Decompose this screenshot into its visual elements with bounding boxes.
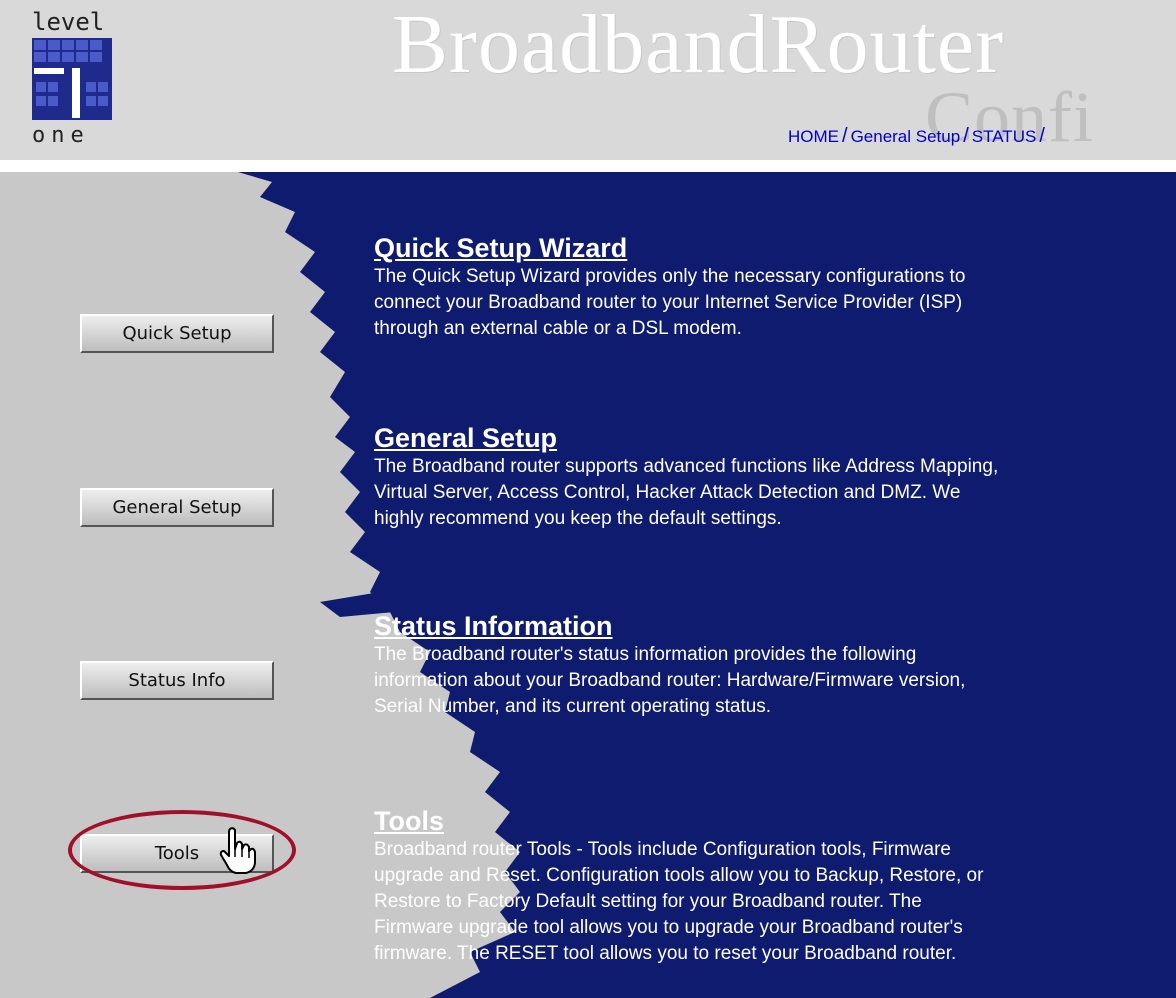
section-text-line: Serial Number, and its current operating… [374,696,772,717]
section-title-status-information[interactable]: Status Information [374,610,1174,642]
section-text-line: The Quick Setup Wizard provides only the… [374,266,966,287]
nav-general-setup-link[interactable]: General Setup [851,127,961,146]
section-text-line: firmware. The RESET tool allows you to r… [374,943,957,964]
section-text-line: information about your Broadband router:… [374,670,966,691]
status-info-button[interactable]: Status Info [80,661,274,700]
section-text-line: Restore to Factory Default setting for y… [374,891,922,912]
nav-status-link[interactable]: STATUS [972,127,1037,146]
section-title-general-setup[interactable]: General Setup [374,422,1174,454]
general-setup-button[interactable]: General Setup [80,488,274,527]
hand-pointer-cursor-icon [219,827,256,874]
section-text-line: Virtual Server, Access Control, Hacker A… [374,482,961,503]
nav-separator: / [842,125,848,147]
section-status-information: Status Information The Broadband router'… [374,610,1174,720]
tools-highlight-ring [68,810,296,890]
logo-grid-icon [32,38,112,120]
nav-separator: / [1039,125,1045,147]
top-nav: HOME / General Setup / STATUS / [788,125,1048,148]
section-title-tools[interactable]: Tools [374,805,1174,837]
main-panel: Quick Setup General Setup Status Info To… [0,172,1176,998]
nav-separator: / [963,125,969,147]
section-text-line: Broadband router Tools - Tools include C… [374,839,951,860]
header: level one Confi BroadbandRouter HOME / Gen… [0,0,1176,160]
nav-home-link[interactable]: HOME [788,127,839,146]
section-quick-setup-wizard: Quick Setup Wizard The Quick Setup Wizar… [374,232,1174,342]
section-text-line: upgrade and Reset. Configuration tools a… [374,865,984,886]
logo-top-text: level [32,8,105,36]
section-text-line: The Broadband router supports advanced f… [374,456,999,477]
section-tools: Tools Broadband router Tools - Tools inc… [374,805,1174,967]
section-general-setup: General Setup The Broadband router suppo… [374,422,1174,532]
section-text-line: The Broadband router's status informatio… [374,644,917,665]
page-title: BroadbandRouter [392,0,1005,91]
section-text-line: Firmware upgrade tool allows you to upgr… [374,917,963,938]
section-text-line: highly recommend you keep the default se… [374,508,782,529]
quick-setup-button[interactable]: Quick Setup [80,314,274,353]
level-one-logo: level one [30,8,125,156]
logo-bottom-text: one [32,123,90,148]
section-text-line: connect your Broadband router to your In… [374,292,963,313]
section-title-quick-setup-wizard[interactable]: Quick Setup Wizard [374,232,1174,264]
section-text-line: through an external cable or a DSL modem… [374,318,742,339]
